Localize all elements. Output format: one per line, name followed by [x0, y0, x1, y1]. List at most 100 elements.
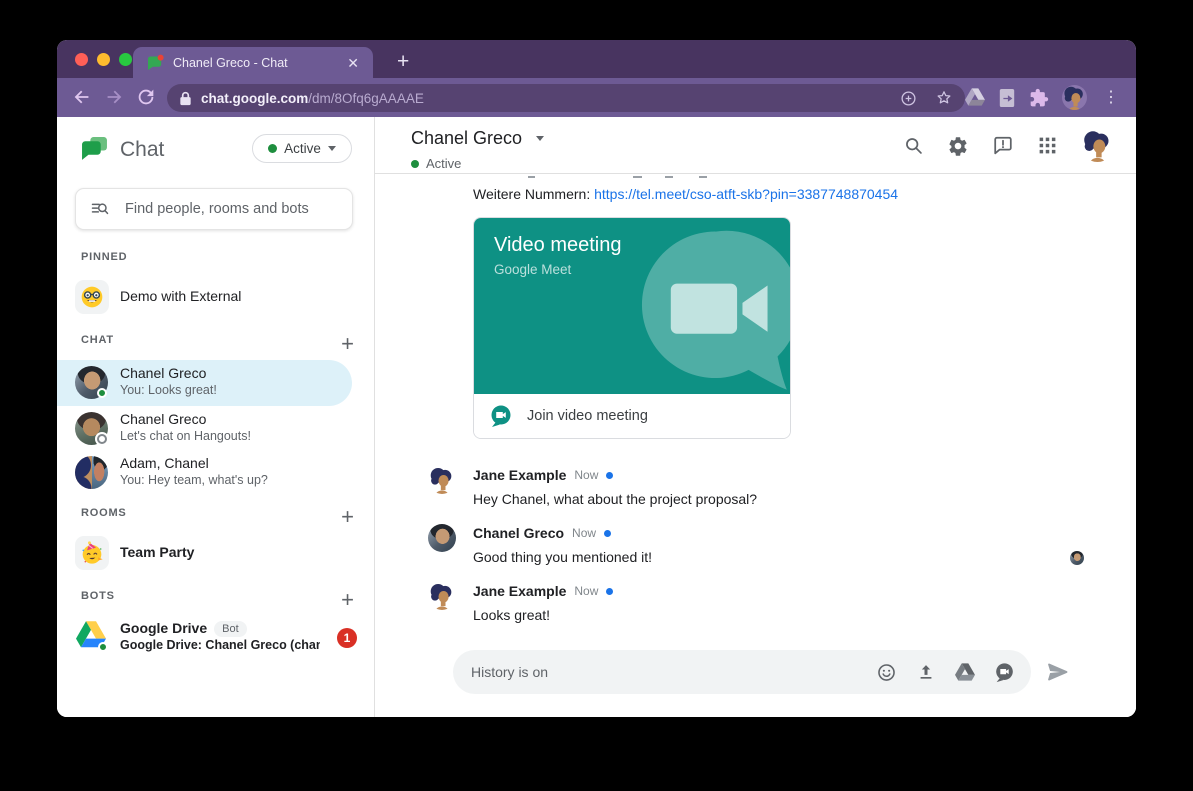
reload-icon[interactable]	[135, 86, 157, 108]
search-icon[interactable]	[903, 135, 924, 156]
video-meeting-subtitle: Google Meet	[494, 262, 571, 277]
message-time: Now	[574, 468, 598, 482]
message-time: Now	[574, 584, 598, 598]
add-room-icon[interactable]: +	[341, 506, 354, 528]
add-bot-icon[interactable]: +	[341, 589, 354, 611]
video-meeting-card-banner: Video meeting Google Meet	[474, 218, 790, 394]
avatar	[428, 466, 456, 494]
chat-name: Chanel Greco	[120, 411, 206, 427]
pinned-item-name: Demo with External	[120, 288, 241, 304]
browser-menu-kebab-icon[interactable]: ⋮	[1100, 90, 1122, 106]
traffic-lights	[75, 53, 132, 66]
settings-gear-icon[interactable]	[947, 135, 969, 157]
browser-tab[interactable]: Chanel Greco - Chat ✕	[133, 47, 373, 78]
message-text: Good thing you mentioned it!	[473, 549, 652, 565]
meet-phone-numbers-line: Weitere Nummern: https://tel.meet/cso-at…	[473, 186, 898, 202]
pinned-item-demo-with-external[interactable]: Demo with External	[57, 275, 375, 321]
read-receipt-avatar	[1070, 551, 1084, 565]
minimize-window-button[interactable]	[97, 53, 110, 66]
unread-dot-icon	[604, 530, 611, 537]
bookmark-star-icon[interactable]	[935, 89, 953, 107]
zoom-plus-icon[interactable]	[900, 90, 917, 107]
room-name: Team Party	[120, 544, 194, 560]
back-icon[interactable]	[71, 86, 93, 108]
room-list-item-team-party[interactable]: Team Party	[57, 531, 375, 577]
message-composer	[453, 650, 1070, 694]
profile-avatar-illustration	[1062, 85, 1087, 110]
chat-sidebar: Chat Active PINNED	[57, 117, 375, 717]
tab-title: Chanel Greco - Chat	[173, 56, 343, 70]
conversation-title: Chanel Greco	[411, 128, 522, 149]
url-host: chat.google.com	[201, 91, 308, 106]
meet-phone-link[interactable]: https://tel.meet/cso-atft-skb?pin=338774…	[594, 186, 898, 202]
presence-label: Active	[284, 141, 321, 156]
find-people-search[interactable]	[75, 188, 353, 230]
url-path: /dm/8Ofq6gAAAAE	[308, 91, 424, 106]
upload-icon[interactable]	[916, 662, 936, 682]
join-video-meeting-label: Join video meeting	[527, 408, 648, 424]
chat-name: Adam, Chanel	[120, 455, 209, 471]
unread-dot-icon	[606, 472, 613, 479]
bot-badge: Bot	[214, 621, 247, 637]
join-video-meeting-button[interactable]: Join video meeting	[474, 394, 790, 438]
meet-camera-icon	[489, 404, 513, 428]
chat-preview: You: Looks great!	[120, 383, 217, 397]
chat-logo	[81, 136, 108, 163]
browser-window: Chanel Greco - Chat ✕ + chat.google.com/…	[57, 40, 1136, 717]
app-content: Chat Active PINNED	[57, 117, 1136, 717]
message-author[interactable]: Chanel Greco	[473, 525, 564, 541]
drive-icon[interactable]	[955, 663, 975, 682]
message-text: Hey Chanel, what about the project propo…	[473, 491, 757, 507]
nerd-face-emoji	[80, 285, 104, 309]
conversation-title-row[interactable]: Chanel Greco	[411, 128, 544, 149]
add-chat-icon[interactable]: +	[341, 333, 354, 355]
video-meeting-title: Video meeting	[494, 234, 622, 257]
unread-count-badge: 1	[337, 628, 357, 648]
presence-dot-icon	[411, 160, 419, 168]
new-tab-button[interactable]: +	[389, 50, 417, 74]
conversation-status: Active	[411, 156, 461, 171]
extensions-puzzle-icon[interactable]	[1029, 88, 1049, 108]
docs-extension-icon[interactable]	[998, 88, 1016, 108]
tab-close-icon[interactable]: ✕	[343, 54, 363, 72]
chat-list-item-adam-chanel[interactable]: Adam, Chanel You: Hey team, what's up?	[57, 450, 375, 496]
forward-icon[interactable]	[103, 86, 125, 108]
conversation-header: Chanel Greco Active	[375, 117, 1136, 174]
app-name: Chat	[120, 138, 164, 162]
chat-favicon-icon	[147, 54, 164, 71]
avatar	[428, 524, 456, 552]
meet-camera-icon[interactable]	[994, 662, 1015, 683]
search-input[interactable]	[125, 201, 338, 217]
account-avatar-illustration	[1081, 129, 1114, 162]
message-time: Now	[572, 526, 596, 540]
phone-line-prefix: Weitere Nummern:	[473, 186, 594, 202]
browser-profile-avatar[interactable]	[1062, 85, 1087, 110]
feedback-icon[interactable]	[992, 135, 1014, 157]
message-author[interactable]: Jane Example	[473, 467, 566, 483]
tab-strip: Chanel Greco - Chat ✕ +	[57, 40, 1136, 78]
emoji-icon[interactable]	[876, 662, 897, 683]
meet-logo	[623, 220, 790, 394]
drive-extension-icon[interactable]	[965, 88, 985, 107]
chevron-down-icon	[328, 146, 336, 151]
extension-icons: ⋮	[965, 85, 1122, 110]
fullscreen-window-button[interactable]	[119, 53, 132, 66]
message-text: Looks great!	[473, 607, 550, 623]
message-input[interactable]	[471, 664, 864, 680]
send-icon[interactable]	[1046, 660, 1070, 684]
presence-status-selector[interactable]: Active	[252, 134, 352, 163]
close-window-button[interactable]	[75, 53, 88, 66]
message-author[interactable]: Jane Example	[473, 583, 566, 599]
clipped-previous-message	[473, 175, 713, 179]
conversation-panel: Chanel Greco Active	[375, 117, 1136, 717]
account-avatar[interactable]	[1081, 129, 1114, 162]
chat-list-item-chanel-greco-2[interactable]: Chanel Greco Let's chat on Hangouts!	[57, 406, 375, 452]
composer-pill[interactable]	[453, 650, 1031, 694]
video-meeting-card[interactable]: Video meeting Google Meet Join video mee…	[473, 217, 791, 439]
address-bar[interactable]: chat.google.com/dm/8Ofq6gAAAAE	[167, 84, 965, 112]
browser-toolbar: chat.google.com/dm/8Ofq6gAAAAE	[57, 78, 1136, 117]
lock-icon	[179, 91, 192, 106]
apps-grid-icon[interactable]	[1037, 135, 1058, 156]
chat-list-item-chanel-greco-1[interactable]: Chanel Greco You: Looks great!	[57, 360, 352, 406]
bot-list-item-google-drive[interactable]: Google DriveBot Google Drive: Chanel Gre…	[57, 615, 375, 661]
